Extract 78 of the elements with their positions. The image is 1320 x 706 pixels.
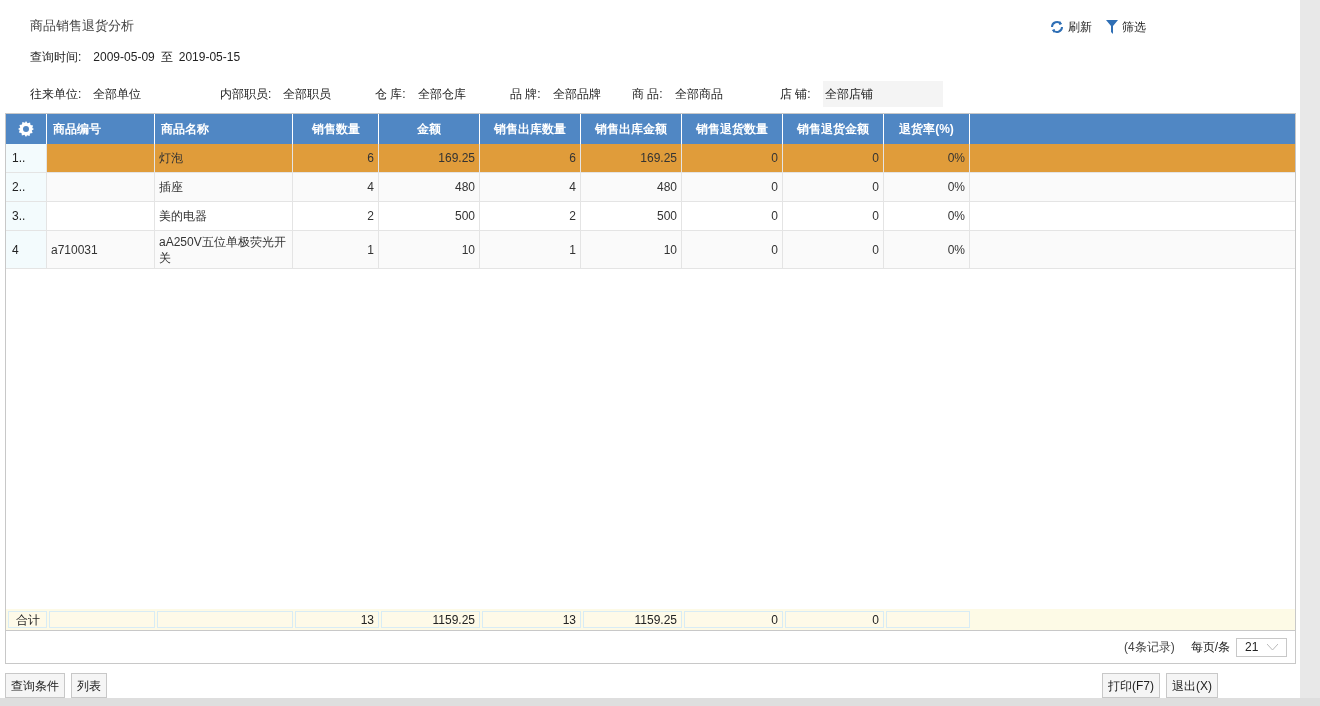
filter-value: 全部仓库 — [417, 86, 466, 103]
filter-value: 全部单位 — [93, 86, 142, 103]
row-number: 4 — [6, 231, 47, 268]
table-cell: 6 — [480, 144, 581, 172]
table-row[interactable]: 2.. 插座 4 480 4 480 0 0 0% — [6, 173, 1295, 202]
table-cell: 4 — [480, 173, 581, 201]
filter-value: 全部职员 — [283, 86, 332, 103]
table-cell: 10 — [379, 231, 480, 268]
table-cell: 0% — [884, 144, 970, 172]
footer-button[interactable]: 查询条件 — [5, 673, 65, 698]
per-page-select[interactable]: 21 — [1236, 637, 1287, 657]
table-cell: 0 — [783, 231, 884, 268]
total-cell: 1159.25 — [381, 611, 480, 628]
table-cell: 灯泡 — [155, 144, 293, 172]
query-time-value: 2019-05-15 — [178, 49, 241, 66]
filter-value: 全部品牌 — [552, 86, 601, 103]
table-cell: 美的电器 — [155, 202, 293, 230]
total-cell: 1159.25 — [583, 611, 682, 628]
filter-field[interactable]: 全部店铺 — [822, 81, 943, 107]
total-cell: 13 — [482, 611, 581, 628]
table-cell: 0% — [884, 202, 970, 230]
table-row[interactable]: 4 a710031 aA250V五位单极荧光开关 1 10 1 10 0 0 0% — [6, 231, 1295, 269]
filter-value: 全部商品 — [674, 86, 723, 103]
table-cell: 0% — [884, 173, 970, 201]
query-time-value: 2009-05-09 — [93, 49, 155, 66]
total-cell: 0 — [785, 611, 884, 628]
total-cell: 0 — [684, 611, 783, 628]
table-cell: 169.25 — [379, 144, 480, 172]
caret-icon — [1267, 644, 1278, 650]
table-cell: 6 — [293, 144, 379, 172]
query-time-label: 查询时间: — [30, 49, 82, 66]
query-time-separator: 至 — [160, 49, 173, 66]
table-cell: 480 — [379, 173, 480, 201]
row-number: 2.. — [6, 173, 47, 201]
per-page-label: 每页/条 — [1190, 639, 1230, 656]
settings-icon[interactable] — [18, 121, 34, 137]
table-cell: 插座 — [155, 173, 293, 201]
table-row[interactable]: 3.. 美的电器 2 500 2 500 0 0 0% — [6, 202, 1295, 231]
table-cell: 2 — [480, 202, 581, 230]
filter-label: 商 品: — [632, 86, 663, 103]
footer-button[interactable]: 打印(F7) — [1102, 673, 1160, 698]
table-cell: 0 — [682, 231, 783, 268]
table-row[interactable]: 1.. 灯泡 6 169.25 6 169.25 0 0 0% — [6, 144, 1295, 173]
table-cell: 480 — [581, 173, 682, 201]
table-cell: 0 — [783, 173, 884, 201]
table-cell: 4 — [293, 173, 379, 201]
toolbar-button[interactable]: 刷新 — [1050, 18, 1092, 36]
filter-label: 仓 库: — [375, 86, 406, 103]
toolbar-button[interactable]: 筛选 — [1106, 18, 1146, 36]
table-cell: 0 — [783, 144, 884, 172]
table-cell: 500 — [379, 202, 480, 230]
table-cell: a710031 — [47, 231, 155, 268]
table-cell: 169.25 — [581, 144, 682, 172]
filter-icon — [1106, 20, 1118, 34]
table-cell: 0 — [682, 202, 783, 230]
footer-button[interactable]: 退出(X) — [1166, 673, 1218, 698]
table-cell: 1 — [293, 231, 379, 268]
filter-label: 品 牌: — [510, 86, 541, 103]
table-cell: 1 — [480, 231, 581, 268]
filter-label: 内部职员: — [220, 86, 272, 103]
table-cell: aA250V五位单极荧光开关 — [155, 231, 293, 268]
table-cell: 0 — [783, 202, 884, 230]
record-count: (4条记录) — [1124, 639, 1175, 656]
filter-label: 往来单位: — [30, 86, 82, 103]
footer-button[interactable]: 列表 — [71, 673, 107, 698]
table-cell: 0 — [682, 144, 783, 172]
table-cell: 500 — [581, 202, 682, 230]
row-number: 1.. — [6, 144, 47, 172]
page-title: 商品销售退货分析 — [30, 17, 134, 35]
table-cell: 2 — [293, 202, 379, 230]
table-cell: 10 — [581, 231, 682, 268]
table-cell: 0% — [884, 231, 970, 268]
refresh-icon — [1050, 20, 1064, 34]
row-number: 3.. — [6, 202, 47, 230]
filter-label: 店 铺: — [780, 86, 811, 103]
table-cell: 0 — [682, 173, 783, 201]
total-cell: 13 — [295, 611, 379, 628]
total-label: 合计 — [8, 611, 47, 628]
